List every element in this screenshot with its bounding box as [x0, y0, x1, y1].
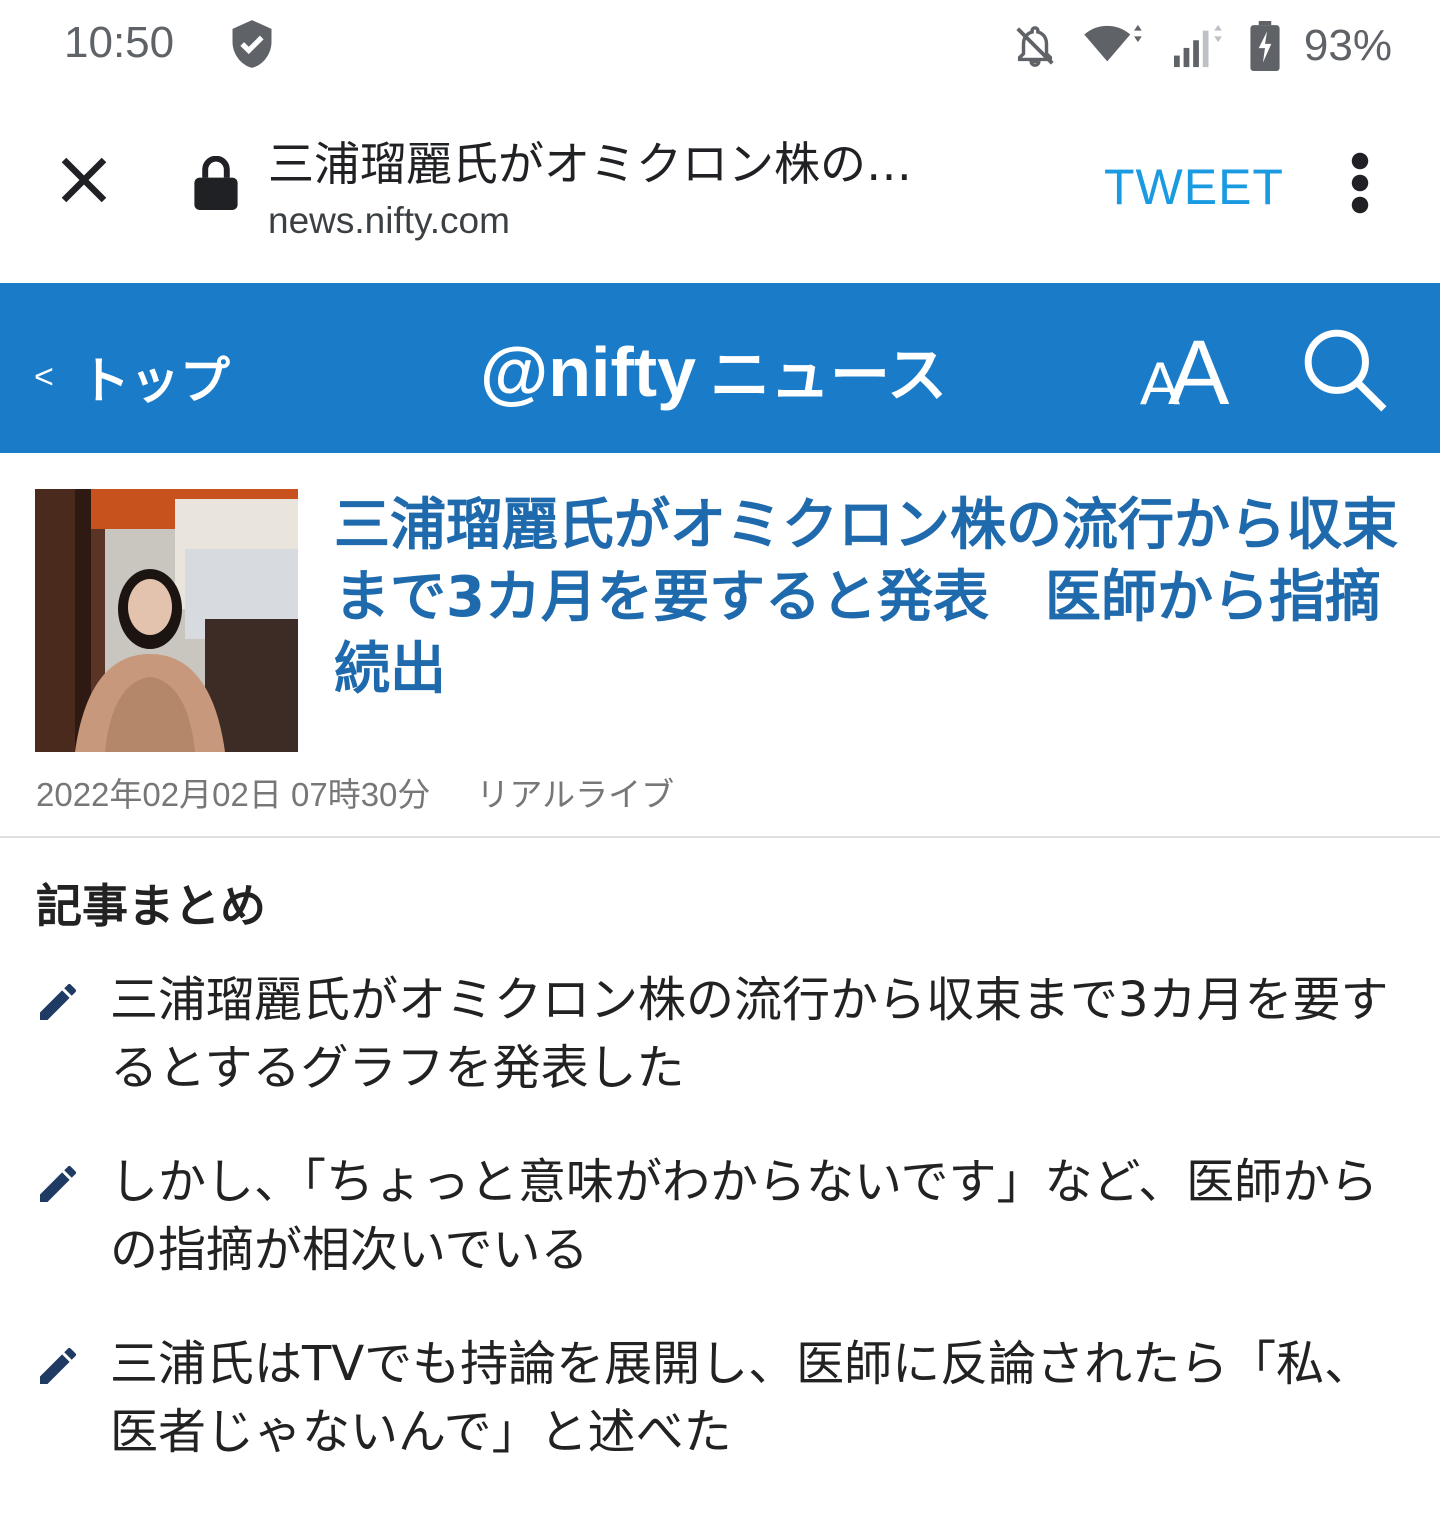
- summary-title: 記事まとめ: [36, 879, 266, 933]
- article-headline[interactable]: 三浦瑠麗氏がオミクロン株の流行から収束まで3カ月を要すると発表 医師から指摘続出: [334, 490, 1414, 706]
- status-time: 10:50: [64, 18, 175, 67]
- status-bar: 10:50 93%: [0, 0, 1440, 92]
- signal-icon: [1173, 24, 1222, 68]
- chevron-left-icon: <: [34, 357, 54, 396]
- search-icon[interactable]: [1300, 325, 1390, 415]
- shield-check-icon: [232, 20, 272, 68]
- font-size-icon[interactable]: A A: [1140, 323, 1236, 413]
- article-date: 2022年02月02日 07時30分: [36, 776, 431, 813]
- svg-text:A: A: [1168, 323, 1230, 413]
- article-thumbnail[interactable]: [35, 489, 298, 752]
- tweet-button[interactable]: TWEET: [1104, 158, 1284, 216]
- back-to-top-link[interactable]: < トップ: [34, 341, 230, 413]
- logo-at-nifty: @nifty: [480, 333, 697, 411]
- back-label: トップ: [79, 352, 230, 410]
- page-url[interactable]: news.nifty.com: [268, 200, 510, 242]
- site-header: < トップ @nifty ニュース A A: [0, 283, 1440, 453]
- battery-percent: 93%: [1303, 21, 1392, 70]
- summary-item: 三浦氏はTVでも持論を展開し、医師に反論されたら「私、医者じゃないんで」と述べた: [0, 1330, 1410, 1466]
- status-icons: 93%: [1012, 16, 1392, 76]
- summary-text: 三浦瑠麗氏がオミクロン株の流行から収束まで3カ月を要するとするグラフを発表した: [110, 972, 1389, 1096]
- lock-icon: [194, 156, 238, 210]
- more-options-icon[interactable]: [1340, 150, 1380, 216]
- divider: [0, 836, 1440, 838]
- summary-item: しかし、「ちょっと意味がわからないです」など、医師からの指摘が相次いでいる: [0, 1148, 1410, 1284]
- summary-text: しかし、「ちょっと意味がわからないです」など、医師からの指摘が相次いでいる: [110, 1154, 1379, 1278]
- bell-off-icon: [1016, 26, 1054, 67]
- article-meta: 2022年02月02日 07時30分 リアルライブ: [36, 768, 674, 816]
- pencil-icon: [40, 1347, 76, 1384]
- wifi-icon: [1084, 24, 1142, 62]
- browser-toolbar: 三浦瑠麗氏がオミクロン株の… news.nifty.com TWEET: [0, 92, 1440, 282]
- summary-list: 三浦瑠麗氏がオミクロン株の流行から収束まで3カ月を要するとするグラフを発表した …: [0, 966, 1440, 1512]
- close-icon[interactable]: [54, 150, 114, 210]
- nifty-news-logo[interactable]: @nifty ニュース: [480, 327, 947, 414]
- summary-item: 三浦瑠麗氏がオミクロン株の流行から収束まで3カ月を要するとするグラフを発表した: [0, 966, 1410, 1102]
- logo-news: ニュース: [710, 341, 948, 411]
- summary-text: 三浦氏はTVでも持論を展開し、医師に反論されたら「私、医者じゃないんで」と述べた: [110, 1336, 1373, 1460]
- pencil-icon: [40, 983, 76, 1020]
- page-title[interactable]: 三浦瑠麗氏がオミクロン株の…: [268, 128, 1048, 194]
- battery-charging-icon: [1250, 21, 1280, 71]
- pencil-icon: [40, 1165, 76, 1202]
- article-source[interactable]: リアルライブ: [476, 776, 674, 813]
